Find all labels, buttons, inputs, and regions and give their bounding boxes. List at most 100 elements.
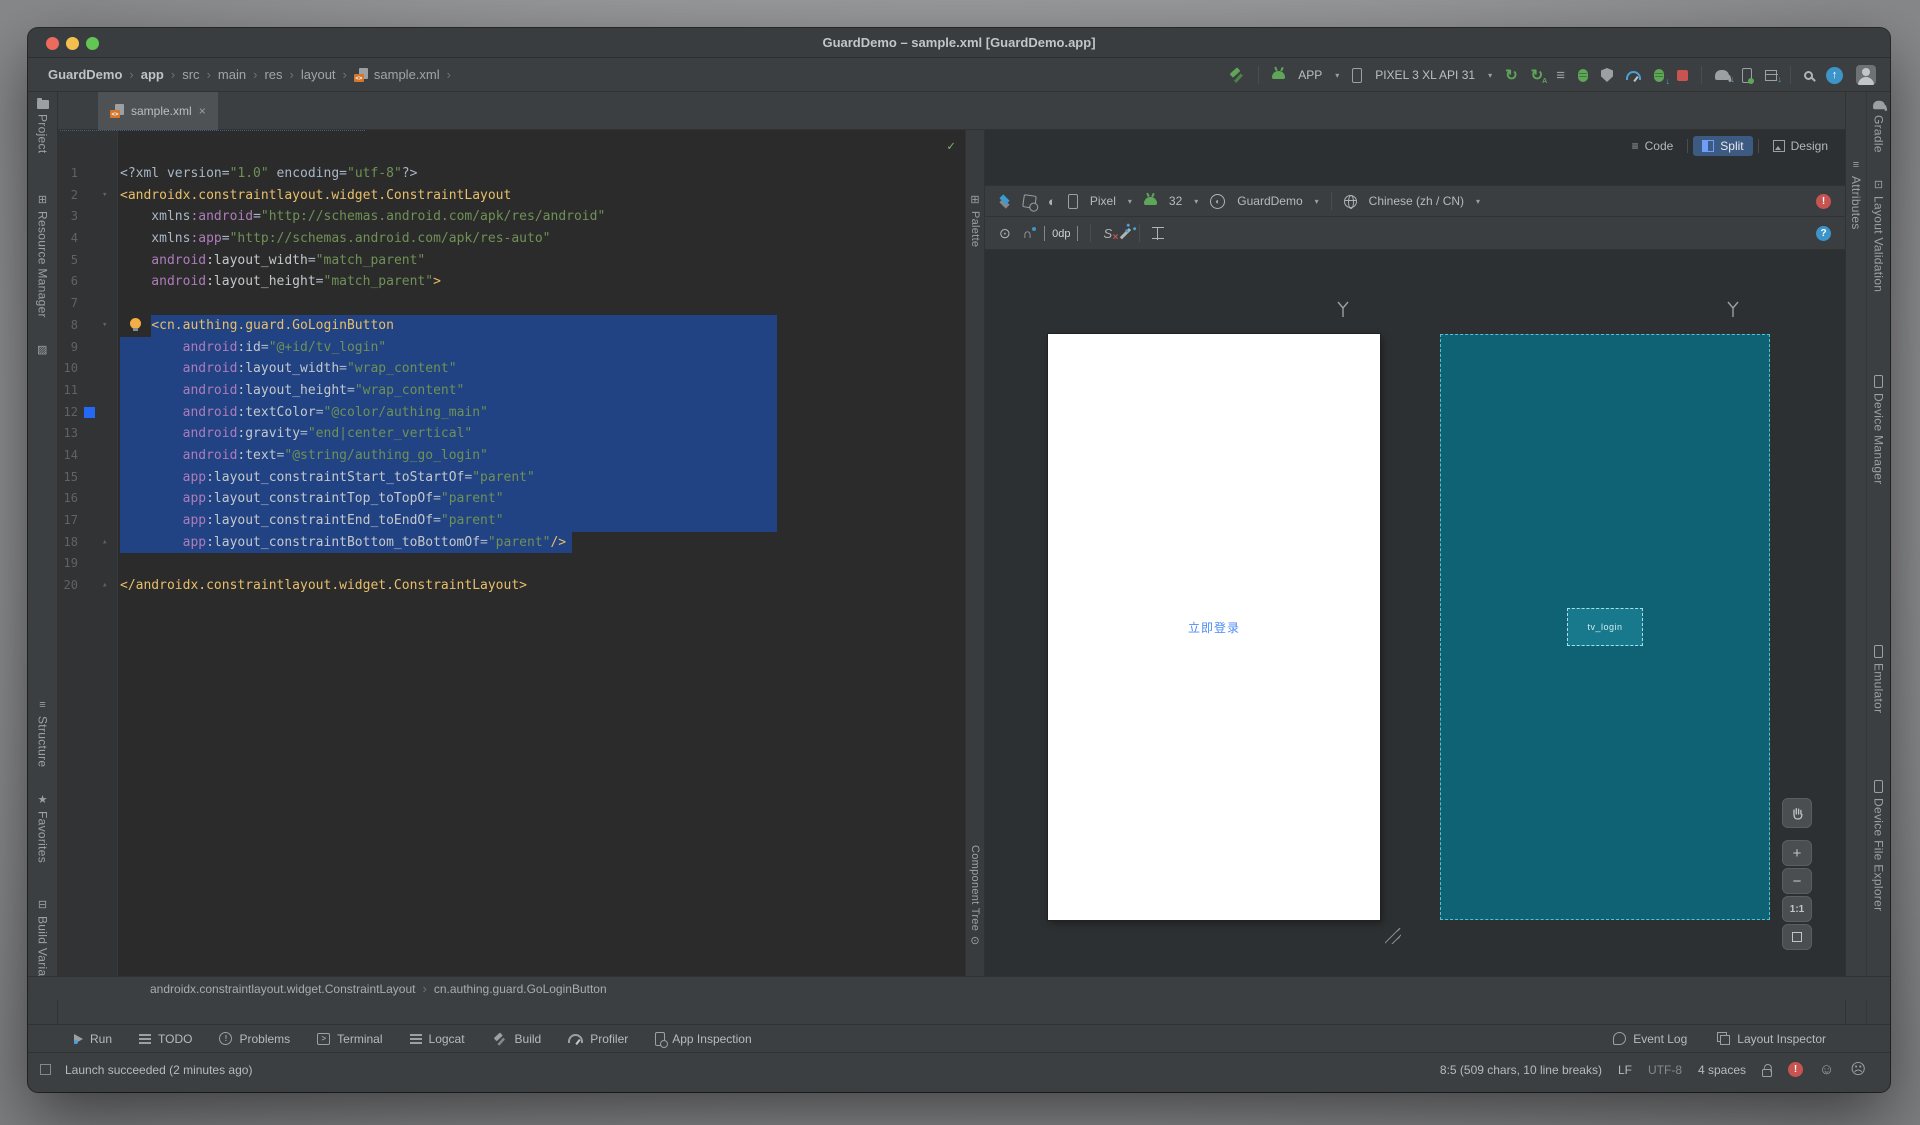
locale-dropdown[interactable]: Chinese (zh / CN): [1369, 194, 1464, 208]
clear-constraints-icon[interactable]: S: [1103, 227, 1112, 240]
code-line[interactable]: 4 xmlns:app="http://schemas.android.com/…: [58, 228, 965, 250]
night-mode-icon[interactable]: ◐: [1048, 195, 1056, 208]
code-line[interactable]: 10 android:layout_width="wrap_content": [58, 358, 965, 380]
caret-position[interactable]: 8:5 (509 chars, 10 line breaks): [1440, 1063, 1602, 1077]
device-manager-icon[interactable]: [1742, 68, 1752, 83]
toolwindow-layout-inspector[interactable]: Layout Inspector: [1717, 1032, 1826, 1046]
zoom-actual-button[interactable]: 1:1: [1782, 896, 1812, 922]
breadcrumb-item[interactable]: res: [264, 67, 282, 82]
toolwindow-todo[interactable]: TODO: [139, 1031, 192, 1047]
infer-constraints-icon[interactable]: [1120, 228, 1131, 239]
view-options-icon[interactable]: ⊙: [999, 226, 1011, 240]
breadcrumb-item[interactable]: app: [141, 67, 164, 82]
run-icon[interactable]: ↻: [1505, 68, 1518, 83]
code-line[interactable]: 3 xmlns:android="http://schemas.android.…: [58, 206, 965, 228]
autoconnect-magnet-icon[interactable]: ∩: [1023, 227, 1032, 240]
sidebar-item-favorites[interactable]: ★Favorites: [28, 795, 57, 863]
code-line[interactable]: 6 android:layout_height="match_parent">: [58, 271, 965, 293]
xml-breadcrumb-item[interactable]: cn.authing.guard.GoLoginButton: [434, 982, 607, 996]
error-badge[interactable]: !: [1816, 194, 1831, 209]
code-line[interactable]: 19: [58, 553, 965, 575]
sidebar-item-device-manager[interactable]: Device Manager: [1867, 375, 1890, 485]
toolwindow-run[interactable]: Run: [74, 1031, 112, 1047]
code-line[interactable]: 16 app:layout_constraintTop_toTopOf="par…: [58, 488, 965, 510]
help-badge[interactable]: ?: [1816, 226, 1831, 241]
fold-marker-icon[interactable]: ▴: [102, 575, 107, 597]
tool-icon[interactable]: ▨: [37, 345, 47, 356]
close-window-button[interactable]: [46, 37, 59, 50]
blueprint-preview-device[interactable]: tv_login: [1440, 334, 1770, 920]
gradle-sync-icon[interactable]: [1715, 70, 1729, 80]
tab-sample-xml[interactable]: sample.xml ×: [98, 92, 218, 130]
sdk-manager-icon[interactable]: [1765, 70, 1777, 81]
toolwindow-problems[interactable]: !Problems: [219, 1031, 290, 1047]
minimize-window-button[interactable]: [66, 37, 79, 50]
profiler-icon[interactable]: [1626, 71, 1641, 80]
pack-align-icon[interactable]: [1152, 227, 1164, 240]
design-surface-icon[interactable]: [999, 195, 1011, 207]
zoom-window-button[interactable]: [86, 37, 99, 50]
line-separator[interactable]: LF: [1618, 1063, 1632, 1077]
breadcrumb-item[interactable]: GuardDemo: [48, 67, 122, 82]
update-icon[interactable]: [1826, 67, 1843, 84]
xml-breadcrumb-item[interactable]: androidx.constraintlayout.widget.Constra…: [150, 982, 416, 996]
palette-tab[interactable]: ⊞ Palette: [966, 195, 984, 247]
fold-marker-icon[interactable]: ▾: [102, 315, 107, 337]
code-line[interactable]: 17 app:layout_constraintEnd_toEndOf="par…: [58, 510, 965, 532]
lock-icon[interactable]: [1762, 1069, 1772, 1077]
resize-grip[interactable]: [1385, 928, 1401, 944]
debug-icon[interactable]: [1578, 69, 1588, 82]
tool-window-switcher-icon[interactable]: [40, 1064, 51, 1075]
mode-code-button[interactable]: ≡Code: [1623, 136, 1683, 156]
happy-face-icon[interactable]: ☺: [1819, 1062, 1834, 1077]
error-indicator-icon[interactable]: !: [1788, 1062, 1803, 1077]
breadcrumb-item[interactable]: src: [182, 67, 199, 82]
component-tree-tab[interactable]: Component Tree ⊙: [966, 845, 984, 947]
design-canvas[interactable]: 立即登录 tv_login + − 1:1: [985, 250, 1845, 1000]
profile-app-icon[interactable]: [1654, 69, 1664, 82]
code-line[interactable]: 18▴ app:layout_constraintBottom_toBottom…: [58, 532, 965, 554]
sidebar-item-device-file-explorer[interactable]: Device File Explorer: [1867, 780, 1890, 911]
breadcrumb-item[interactable]: layout: [301, 67, 336, 82]
toolwindow-build[interactable]: Build: [492, 1031, 542, 1047]
code-line[interactable]: 2▾<androidx.constraintlayout.widget.Cons…: [58, 185, 965, 207]
orientation-icon[interactable]: [1022, 194, 1037, 209]
attach-debugger-icon[interactable]: [1601, 68, 1613, 82]
device-type-dropdown[interactable]: Pixel: [1090, 194, 1116, 208]
fold-marker-icon[interactable]: ▾: [102, 185, 107, 207]
sidebar-item-attributes[interactable]: ≡Attributes: [1846, 160, 1866, 230]
sidebar-item-emulator[interactable]: Emulator: [1867, 645, 1890, 713]
toolwindow-terminal[interactable]: >Terminal: [317, 1031, 382, 1047]
code-line[interactable]: 13 android:gravity="end|center_vertical": [58, 423, 965, 445]
build-hammer-icon[interactable]: [1229, 67, 1245, 83]
theme-dropdown[interactable]: GuardDemo: [1237, 194, 1302, 208]
stop-icon[interactable]: [1677, 70, 1688, 81]
apply-changes-icon[interactable]: ↻A: [1531, 68, 1544, 83]
mode-design-button[interactable]: Design: [1764, 136, 1837, 156]
design-preview-device[interactable]: 立即登录: [1048, 334, 1380, 920]
login-button-preview[interactable]: 立即登录: [1188, 619, 1240, 636]
zoom-in-button[interactable]: +: [1782, 840, 1812, 866]
code-editor[interactable]: ✓ 1<?xml version="1.0" encoding="utf-8"?…: [58, 130, 965, 1000]
run-configuration-dropdown[interactable]: APP: [1298, 68, 1322, 82]
sidebar-item-structure[interactable]: ≡Structure: [28, 700, 57, 767]
blueprint-login-button[interactable]: tv_login: [1567, 608, 1643, 646]
code-line[interactable]: 8▾ <cn.authing.guard.GoLoginButton: [58, 315, 965, 337]
default-margin-control[interactable]: 0dp: [1044, 226, 1078, 241]
zoom-out-button[interactable]: −: [1782, 868, 1812, 894]
fold-marker-icon[interactable]: ▴: [102, 532, 107, 554]
inspections-ok-icon[interactable]: ✓: [947, 136, 955, 158]
color-swatch[interactable]: [84, 407, 95, 418]
zoom-to-fit-button[interactable]: [1782, 924, 1812, 950]
file-encoding[interactable]: UTF-8: [1648, 1063, 1682, 1077]
sad-face-icon[interactable]: ☹: [1850, 1062, 1866, 1077]
apply-code-changes-icon[interactable]: ≡: [1556, 68, 1565, 83]
indent-setting[interactable]: 4 spaces: [1698, 1063, 1746, 1077]
pan-hand-button[interactable]: [1782, 798, 1812, 828]
api-level-dropdown[interactable]: 32: [1169, 194, 1182, 208]
toolwindow-logcat[interactable]: Logcat: [410, 1031, 465, 1047]
code-line[interactable]: 9 android:id="@+id/tv_login": [58, 337, 965, 359]
code-line[interactable]: 12 android:textColor="@color/authing_mai…: [58, 402, 965, 424]
title-bar[interactable]: GuardDemo – sample.xml [GuardDemo.app]: [28, 28, 1890, 58]
code-line[interactable]: 5 android:layout_width="match_parent": [58, 250, 965, 272]
